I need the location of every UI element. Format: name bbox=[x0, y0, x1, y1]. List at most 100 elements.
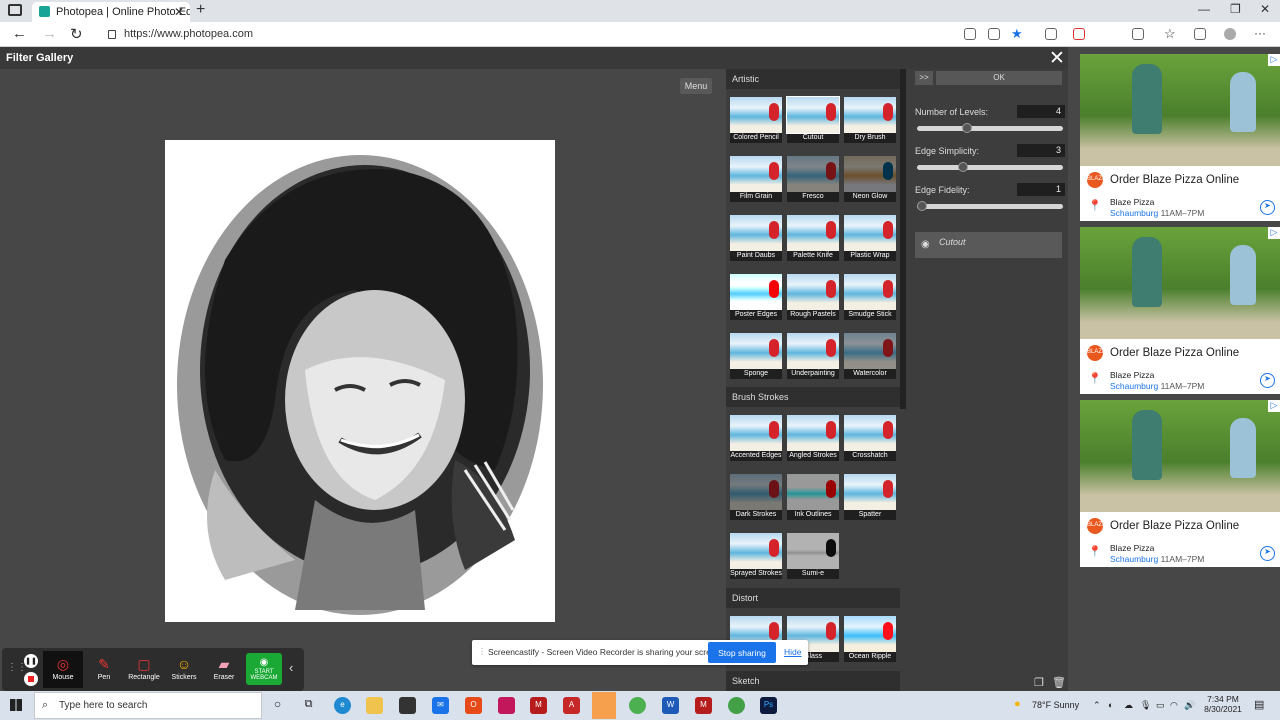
tray-app-icon[interactable]: ◐ bbox=[1108, 700, 1113, 710]
new-layer-icon[interactable]: ❐ bbox=[1034, 676, 1044, 689]
effect-layer[interactable]: ◉ Cutout bbox=[915, 232, 1062, 258]
filter-ink-outlines[interactable]: Ink Outlines bbox=[787, 474, 839, 520]
weather-text[interactable]: 78°F Sunny bbox=[1032, 700, 1079, 710]
filter-palette-knife[interactable]: Palette Knife bbox=[787, 215, 839, 261]
onedrive-icon[interactable]: ☁ bbox=[1124, 700, 1133, 711]
mouse-tool[interactable]: ◎ Mouse bbox=[43, 651, 83, 688]
filter-angled-strokes[interactable]: Angled Strokes bbox=[787, 415, 839, 461]
simplicity-slider[interactable] bbox=[917, 162, 1063, 172]
forward-icon[interactable]: → bbox=[42, 25, 57, 42]
ad-choices-icon[interactable]: ▷ bbox=[1268, 400, 1280, 412]
refresh-icon[interactable]: ↻ bbox=[70, 25, 83, 43]
windows-start-icon[interactable] bbox=[10, 699, 22, 711]
directions-icon[interactable]: ➤ bbox=[1260, 546, 1275, 561]
taskbar-search-box[interactable]: ⌕ Type here to search bbox=[34, 692, 262, 719]
filter-rough-pastels[interactable]: Rough Pastels bbox=[787, 274, 839, 320]
tab-actions-icon[interactable] bbox=[8, 4, 22, 16]
browser-tab[interactable]: Photopea | Online Photo Editor ✕ bbox=[32, 2, 190, 22]
filter-smudge-stick[interactable]: Smudge Stick bbox=[844, 274, 896, 320]
mail-icon[interactable]: ✉ bbox=[432, 697, 449, 714]
network-icon[interactable]: ▭ bbox=[1156, 700, 1165, 711]
pen-tool[interactable]: ✎ Pen bbox=[84, 654, 124, 681]
eye-icon[interactable]: ◉ bbox=[921, 239, 930, 250]
tray-chevron-icon[interactable]: ⌃ bbox=[1093, 700, 1101, 711]
chrome-profile-icon[interactable] bbox=[728, 697, 745, 714]
rectangle-tool[interactable]: ▢ Rectangle bbox=[124, 654, 164, 681]
filter-accented-edges[interactable]: Accented Edges bbox=[730, 415, 782, 461]
ok-button[interactable]: OK bbox=[936, 71, 1062, 85]
close-window-icon[interactable]: ✕ bbox=[1260, 2, 1270, 16]
office-icon[interactable]: O bbox=[465, 697, 482, 714]
record-extension-icon[interactable] bbox=[1073, 28, 1085, 40]
extension-icon[interactable] bbox=[1045, 28, 1057, 40]
url-field[interactable]: https://www.photopea.com bbox=[100, 25, 960, 44]
cortana-icon[interactable]: ○ bbox=[269, 697, 286, 714]
levels-slider[interactable] bbox=[917, 123, 1063, 133]
eraser-tool[interactable]: ▰ Eraser bbox=[204, 654, 244, 681]
notifications-icon[interactable]: ▤ bbox=[1254, 698, 1264, 711]
expand-button[interactable]: >> bbox=[915, 71, 933, 85]
filter-sprayed-strokes[interactable]: Sprayed Strokes bbox=[730, 533, 782, 579]
filter-dark-strokes[interactable]: Dark Strokes bbox=[730, 474, 782, 520]
mcafee-icon[interactable]: M bbox=[695, 697, 712, 714]
slider-handle[interactable] bbox=[957, 162, 968, 172]
filter-cutout[interactable]: Cutout bbox=[786, 96, 840, 143]
puzzle-icon[interactable] bbox=[1132, 28, 1144, 40]
minimize-icon[interactable]: — bbox=[1198, 2, 1210, 16]
favorite-star-icon[interactable]: ★ bbox=[1011, 26, 1023, 42]
wifi-icon[interactable]: ◠ bbox=[1170, 700, 1178, 711]
filter-poster-edges[interactable]: Poster Edges bbox=[730, 274, 782, 320]
collapse-chevron-icon[interactable]: ‹ bbox=[289, 660, 293, 675]
ad-choices-icon[interactable]: ▷ bbox=[1268, 54, 1280, 66]
task-view-icon[interactable]: ⧉ bbox=[300, 697, 317, 714]
read-icon[interactable] bbox=[988, 28, 1000, 40]
edge-browser-icon[interactable]: e bbox=[334, 697, 351, 714]
favorites-icon[interactable]: ☆ bbox=[1164, 26, 1176, 42]
word-icon[interactable]: W bbox=[662, 697, 679, 714]
ad-headline[interactable]: Order Blaze Pizza Online bbox=[1110, 520, 1239, 532]
filter-paint-daubs[interactable]: Paint Daubs bbox=[730, 215, 782, 261]
profile-avatar[interactable] bbox=[1224, 28, 1236, 40]
more-menu-icon[interactable]: ··· bbox=[1254, 26, 1266, 40]
filter-plastic-wrap[interactable]: Plastic Wrap bbox=[844, 215, 896, 261]
filter-ocean-ripple[interactable]: Ocean Ripple bbox=[844, 616, 896, 662]
filter-fresco[interactable]: Fresco bbox=[787, 156, 839, 202]
filter-watercolor[interactable]: Watercolor bbox=[844, 333, 896, 379]
filter-colored-pencil[interactable]: Colored Pencil bbox=[730, 97, 782, 143]
trash-icon[interactable]: 🗑 bbox=[1052, 676, 1066, 689]
stop-sharing-button[interactable]: Stop sharing bbox=[708, 642, 776, 663]
filter-film-grain[interactable]: Film Grain bbox=[730, 156, 782, 202]
store-icon[interactable] bbox=[399, 697, 416, 714]
acrobat-icon[interactable]: A bbox=[563, 697, 580, 714]
maximize-icon[interactable]: ❐ bbox=[1230, 2, 1241, 16]
new-tab-icon[interactable]: + bbox=[196, 1, 205, 19]
drag-handle-icon[interactable]: ⋮ bbox=[478, 647, 486, 656]
menu-button[interactable]: Menu bbox=[680, 78, 712, 94]
levels-field[interactable]: 4 bbox=[1017, 105, 1065, 118]
ad-headline[interactable]: Order Blaze Pizza Online bbox=[1110, 347, 1239, 359]
photos-icon[interactable] bbox=[498, 697, 515, 714]
volume-icon[interactable]: 🔊 bbox=[1184, 700, 1195, 711]
filter-sumi-e[interactable]: Sumi-e bbox=[787, 533, 839, 579]
directions-icon[interactable]: ➤ bbox=[1260, 200, 1275, 215]
photopea-taskbar-icon[interactable] bbox=[592, 692, 616, 719]
filter-underpainting[interactable]: Underpainting bbox=[787, 333, 839, 379]
ad-choices-icon[interactable]: ▷ bbox=[1268, 227, 1280, 239]
pause-icon[interactable]: ❚❚ bbox=[24, 654, 38, 668]
filter-dry-brush[interactable]: Dry Brush bbox=[844, 97, 896, 143]
ad-headline[interactable]: Order Blaze Pizza Online bbox=[1110, 174, 1239, 186]
start-webcam-button[interactable]: ◉ START WEBCAM bbox=[246, 653, 282, 685]
file-explorer-icon[interactable] bbox=[366, 697, 383, 714]
stop-record-icon[interactable] bbox=[24, 672, 38, 686]
ad-card[interactable]: ▷ BLAZE Order Blaze Pizza Online 📍 Blaze… bbox=[1080, 227, 1280, 394]
ad-card[interactable]: ▷ BLAZE Order Blaze Pizza Online 📍 Blaze… bbox=[1080, 54, 1280, 221]
slider-handle[interactable] bbox=[961, 123, 972, 133]
close-icon[interactable]: ✕ bbox=[1049, 47, 1065, 70]
apps-icon[interactable] bbox=[964, 28, 976, 40]
mcafee-icon[interactable]: M bbox=[530, 697, 547, 714]
filter-spatter[interactable]: Spatter bbox=[844, 474, 896, 520]
slider-handle[interactable] bbox=[917, 201, 927, 211]
fidelity-slider[interactable] bbox=[917, 201, 1063, 211]
close-tab-icon[interactable]: ✕ bbox=[174, 5, 184, 19]
filter-neon-glow[interactable]: Neon Glow bbox=[844, 156, 896, 202]
